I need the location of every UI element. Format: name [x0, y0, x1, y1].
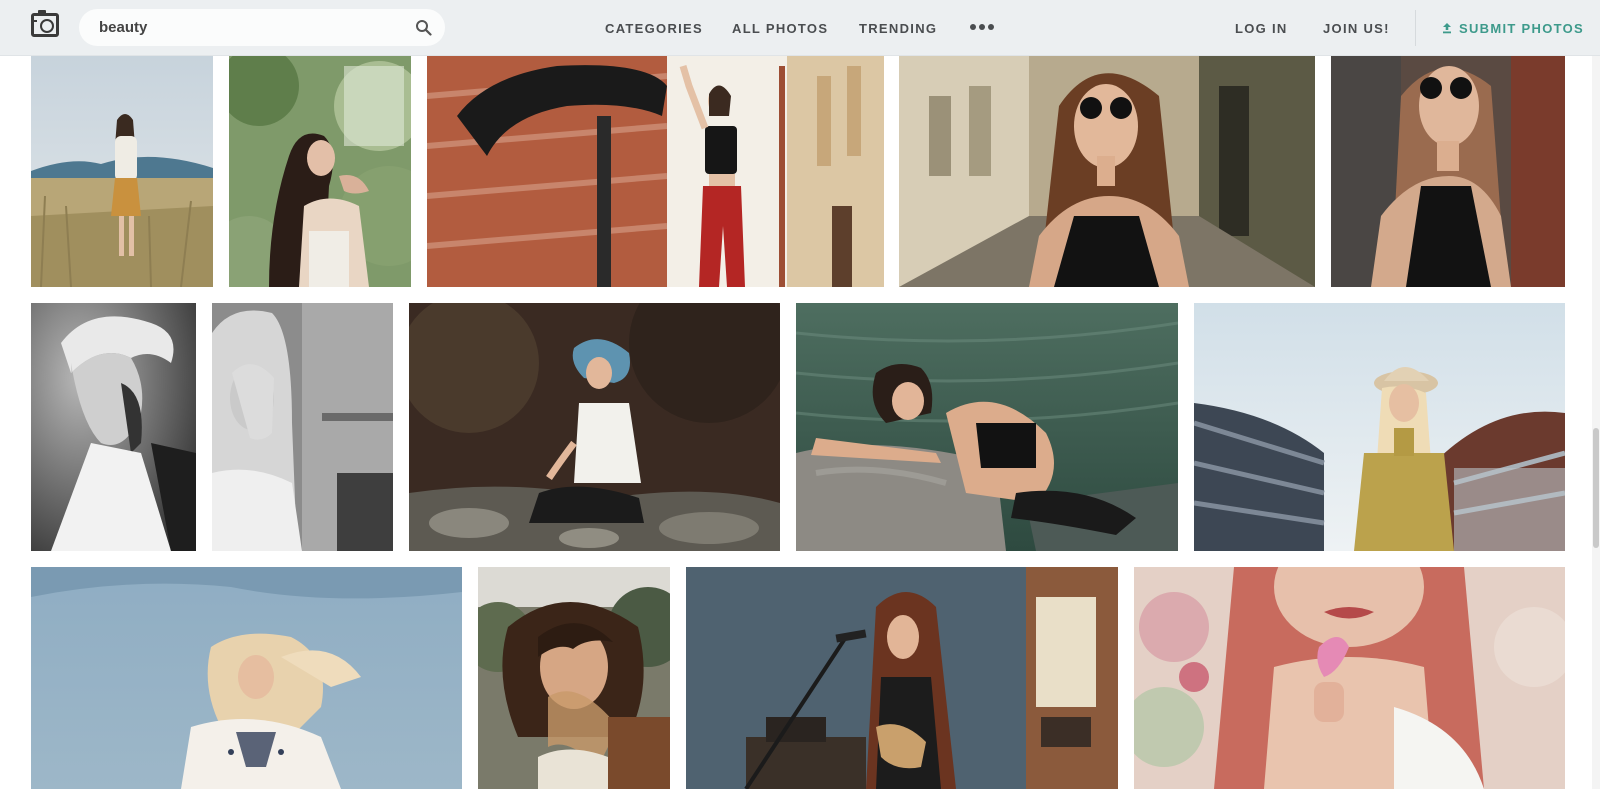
nav-categories[interactable]: CATEGORIES — [605, 0, 703, 56]
photo-short-hair-monochrome-portrait[interactable] — [31, 303, 196, 551]
join-link[interactable]: JOIN US! — [1323, 0, 1390, 56]
login-link[interactable]: LOG IN — [1235, 0, 1288, 56]
top-navigation-bar: CATEGORIES ALL PHOTOS TRENDING LOG IN JO… — [0, 0, 1600, 56]
photo-woman-among-leaves[interactable] — [229, 56, 411, 287]
photo-long-hair-monochrome-portrait[interactable] — [212, 303, 393, 551]
photo-blue-hair-woman-sitting-on-rocks[interactable] — [409, 303, 780, 551]
photo-woman-in-wheat-field[interactable] — [31, 56, 213, 287]
photo-woman-in-sunglasses-street[interactable] — [899, 56, 1315, 287]
photo-woman-in-embroidered-blouse-sky[interactable] — [31, 567, 462, 789]
photo-woman-lying-on-rock-by-water[interactable] — [796, 303, 1178, 551]
nav-all-photos[interactable]: ALL PHOTOS — [732, 0, 828, 56]
scrollbar-thumb[interactable] — [1593, 428, 1599, 548]
photo-woman-with-windblown-hair[interactable] — [478, 567, 670, 789]
photo-red-hair-woman-holding-flower[interactable] — [1134, 567, 1565, 789]
upload-icon — [1443, 23, 1451, 34]
page-scrollbar[interactable] — [1592, 56, 1600, 789]
search-input[interactable] — [99, 9, 399, 46]
photo-woman-singing-with-guitar[interactable] — [686, 567, 1118, 789]
photo-woman-in-sunglasses-wall[interactable] — [1331, 56, 1565, 287]
nav-trending[interactable]: TRENDING — [859, 0, 937, 56]
submit-photos-button[interactable]: SUBMIT PHOTOS — [1441, 0, 1584, 56]
more-dots-icon[interactable] — [970, 24, 994, 30]
search-box — [79, 9, 445, 46]
header-divider — [1415, 10, 1416, 46]
photo-woman-in-hat-on-bridge[interactable] — [1194, 303, 1565, 551]
photo-woman-by-brick-wall-with-bicycle[interactable] — [427, 56, 884, 287]
search-icon[interactable] — [415, 19, 432, 36]
submit-photos-label: SUBMIT PHOTOS — [1459, 20, 1585, 36]
camera-icon[interactable] — [31, 10, 59, 37]
